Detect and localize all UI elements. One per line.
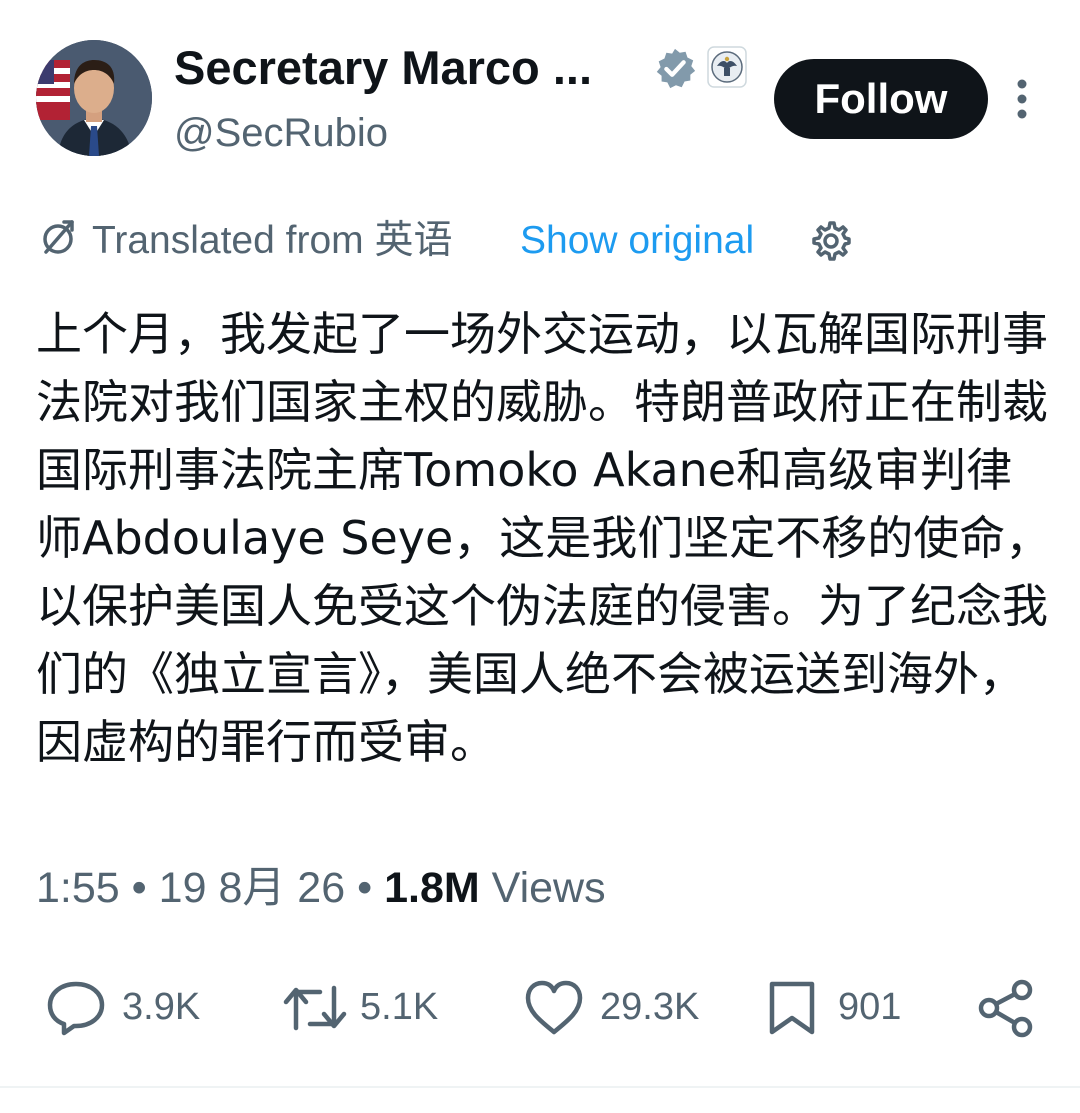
bookmark-count: 901: [838, 986, 902, 1028]
verified-badge-icon: [656, 48, 696, 89]
like-button[interactable]: 29.3K: [522, 970, 722, 1050]
avatar[interactable]: [36, 40, 152, 156]
meta-separator: •: [357, 864, 373, 912]
tweet-date[interactable]: 19 8月 26: [159, 864, 345, 912]
share-button[interactable]: [976, 970, 1040, 1050]
repost-count: 5.1K: [360, 986, 439, 1028]
bookmark-button[interactable]: 901: [764, 970, 924, 1050]
divider: [0, 1086, 1080, 1088]
gear-icon[interactable]: [810, 220, 852, 262]
meta-separator: •: [131, 864, 147, 912]
views-label: Views: [491, 864, 606, 912]
reply-count: 3.9K: [122, 986, 201, 1028]
translated-from-label: Translated from 英语: [92, 219, 453, 262]
show-original-link[interactable]: Show original: [520, 216, 754, 266]
government-seal-icon: [707, 46, 747, 88]
more-vertical-icon[interactable]: [1008, 76, 1036, 122]
tweet-time[interactable]: 1:55: [36, 864, 120, 912]
handle[interactable]: @SecRubio: [174, 108, 388, 158]
heart-icon: [525, 980, 583, 1035]
share-icon: [978, 979, 1033, 1038]
reply-icon: [47, 981, 105, 1036]
tweet-actions: 3.9K 5.1K 29.3K 901: [0, 970, 1080, 1050]
bookmark-icon: [769, 981, 815, 1035]
display-name[interactable]: Secretary Marco ...: [174, 40, 592, 96]
translate-icon: [43, 220, 74, 254]
like-count: 29.3K: [600, 986, 700, 1028]
tweet-meta: 1:55 • 19 8月 26 • 1.8M Views: [36, 858, 606, 918]
avatar-photo: [36, 40, 152, 156]
follow-button[interactable]: Follow: [774, 59, 988, 139]
repost-icon: [283, 985, 347, 1031]
views-count[interactable]: 1.8M: [384, 864, 480, 912]
reply-button[interactable]: 3.9K: [44, 970, 214, 1050]
repost-button[interactable]: 5.1K: [280, 970, 450, 1050]
tweet-text: 上个月，我发起了一场外交运动，以瓦解国际刑事法院对我们国家主权的威胁。特朗普政府…: [36, 307, 1052, 769]
tweet-header: Secretary Marco ... @SecRubio Follow: [0, 0, 1080, 190]
translation-bar: Translated from 英语 Show original: [36, 210, 1046, 270]
